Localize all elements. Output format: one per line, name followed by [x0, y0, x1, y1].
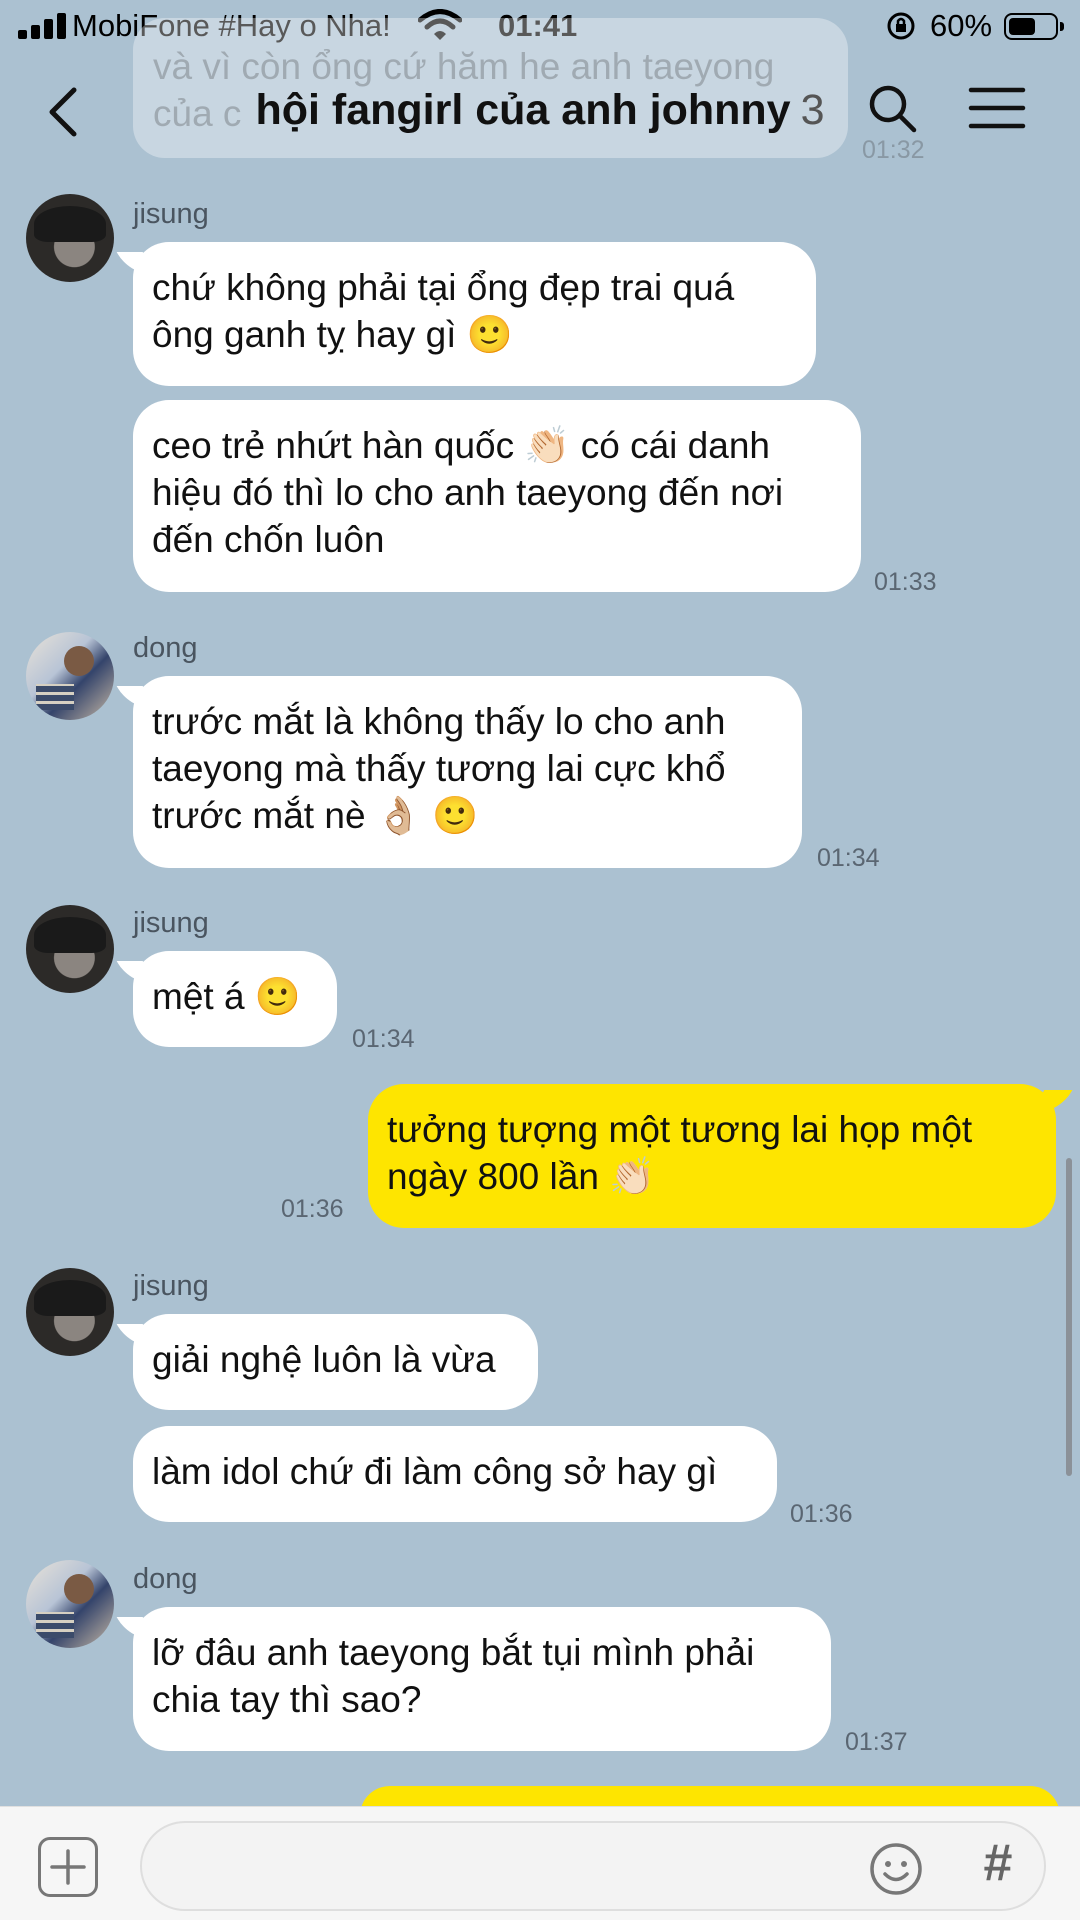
cellular-signal-icon	[18, 13, 68, 39]
message-time: 01:34	[352, 1025, 415, 1053]
emoji-icon[interactable]	[868, 1841, 924, 1897]
sender-name: jisung	[133, 1270, 209, 1302]
message-bubble[interactable]: lỡ đâu anh taeyong bắt tụi mình phải chi…	[133, 1607, 831, 1751]
message-time: 01:37	[845, 1728, 908, 1756]
message-bubble[interactable]: trước mắt là không thấy lo cho anh taeyo…	[133, 676, 802, 868]
chat-header: hội fangirl của anh johnny 3	[0, 52, 1080, 162]
avatar-jisung[interactable]	[26, 905, 114, 993]
avatar-dong[interactable]	[26, 632, 114, 720]
hamburger-menu-icon[interactable]	[968, 86, 1026, 130]
sender-name: jisung	[133, 907, 209, 939]
battery-icon	[1004, 13, 1064, 40]
sender-name: dong	[133, 632, 198, 664]
avatar-jisung[interactable]	[26, 1268, 114, 1356]
avatar-dong[interactable]	[26, 1560, 114, 1648]
scrollbar[interactable]	[1066, 1158, 1072, 1476]
my-message-bubble[interactable]: tưởng tượng một tương lai họp một ngày 8…	[368, 1084, 1056, 1228]
search-icon[interactable]	[866, 82, 918, 134]
rotation-lock-icon	[887, 12, 915, 40]
chat-title: hội fangirl của anh johnny 3	[0, 86, 1080, 135]
message-bubble[interactable]: ceo trẻ nhứt hàn quốc 👏🏻 có cái danh hiệ…	[133, 400, 861, 592]
battery-percent: 60%	[930, 8, 993, 43]
hashtag-icon[interactable]: #	[974, 1833, 1022, 1893]
sender-name: dong	[133, 1563, 198, 1595]
message-bubble[interactable]: mệt á 🙂	[133, 951, 337, 1047]
message-bubble[interactable]: giải nghệ luôn là vừa	[133, 1314, 538, 1410]
sender-name: jisung	[133, 198, 209, 230]
message-time: 01:33	[874, 568, 937, 596]
plus-icon[interactable]	[38, 1837, 98, 1897]
avatar-jisung[interactable]	[26, 194, 114, 282]
message-bubble[interactable]: làm idol chứ đi làm công sở hay gì	[133, 1426, 777, 1522]
message-time: 01:36	[281, 1195, 344, 1223]
chat-title-text: hội fangirl của anh johnny	[255, 86, 791, 134]
message-time: 01:34	[817, 844, 880, 872]
battery-fill	[1009, 18, 1036, 35]
message-time: 01:36	[790, 1500, 853, 1528]
message-bubble[interactable]: chứ không phải tại ổng đẹp trai quá ông …	[133, 242, 816, 386]
member-count: 3	[800, 86, 825, 134]
message-input-bar: #	[0, 1806, 1080, 1920]
